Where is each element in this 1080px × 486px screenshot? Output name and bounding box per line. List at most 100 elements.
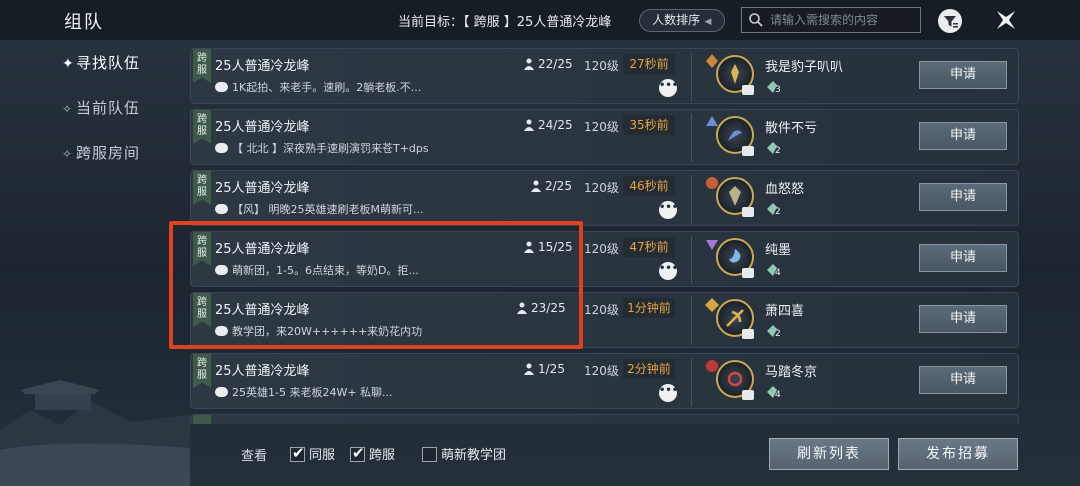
level-requirement: 120级 bbox=[584, 120, 619, 134]
class-emblem-icon bbox=[731, 64, 739, 84]
page-title: 组队 bbox=[64, 12, 104, 33]
member-count: 1/25 bbox=[524, 362, 565, 376]
member-count-text: 22/25 bbox=[538, 57, 573, 71]
filter-icon[interactable] bbox=[937, 8, 963, 34]
device-icon bbox=[742, 207, 754, 217]
pagoda-landscape-image bbox=[0, 380, 190, 486]
team-description-text: 【 北北 】深夜熟手速刷演罚来苍T+dps bbox=[232, 142, 429, 155]
class-emblem-icon bbox=[726, 309, 744, 327]
sidebar-item-label: 跨服房间 bbox=[76, 144, 141, 162]
divider bbox=[691, 236, 692, 284]
device-icon bbox=[742, 146, 754, 156]
search-icon bbox=[749, 13, 763, 27]
member-count-text: 24/25 bbox=[538, 118, 573, 132]
more-icon[interactable]: ••• bbox=[659, 201, 678, 219]
class-emblem-icon bbox=[727, 371, 743, 387]
apply-button[interactable]: 申请 bbox=[919, 305, 1007, 333]
sidebar: ✦寻找队伍 ✧ 当前队伍 ✧ 跨服房间 bbox=[0, 40, 190, 486]
level-requirement: 120级 bbox=[584, 364, 619, 378]
divider bbox=[691, 53, 692, 101]
table-row[interactable]: 跨服 25人普通冷龙峰 【 北北 】深夜熟手速刷演罚来苍T+dps 24/25 … bbox=[190, 109, 1019, 165]
person-icon bbox=[524, 58, 534, 70]
apply-button[interactable]: 申请 bbox=[919, 61, 1007, 89]
table-row[interactable]: 跨服 25人普通冷龙峰 【风】 明晚25英雄速刷老板M萌新可... 2/25 1… bbox=[190, 170, 1019, 226]
sidebar-item-current-team[interactable]: ✧ 当前队伍 bbox=[62, 97, 140, 118]
guild-count: 4 bbox=[775, 390, 781, 400]
guild-count: 3 bbox=[775, 85, 781, 95]
current-target-value: 【 跨服 】25人普通冷龙峰 bbox=[463, 15, 612, 30]
member-count-text: 2/25 bbox=[545, 179, 572, 193]
sparkle-icon: ✧ bbox=[62, 102, 74, 116]
guild-count: 2 bbox=[775, 146, 781, 156]
post-time: 27秒前 bbox=[623, 54, 675, 74]
sidebar-item-cross-server-room[interactable]: ✧ 跨服房间 bbox=[62, 142, 140, 163]
refresh-list-button[interactable]: 刷新列表 bbox=[769, 438, 889, 470]
cross-server-tag: 跨服 bbox=[193, 110, 211, 144]
filter-cross-server-checkbox[interactable]: 跨服 bbox=[350, 444, 395, 463]
team-title: 25人普通冷龙峰 bbox=[215, 59, 310, 74]
table-row[interactable]: 跨服 25人普通冷龙峰 1K起拍、来老手。速刷。2躺老板.不... 22/25 … bbox=[190, 48, 1019, 104]
team-description-text: 25英雄1-5 来老板24W+ 私聊... bbox=[232, 386, 393, 399]
post-time: 1分钟前 bbox=[623, 298, 675, 318]
device-icon bbox=[742, 329, 754, 339]
search-input[interactable] bbox=[770, 11, 916, 29]
cross-server-tag: 跨服 bbox=[193, 171, 211, 205]
chat-bubble-icon bbox=[215, 204, 228, 214]
guild-count: 2 bbox=[775, 329, 781, 339]
device-icon bbox=[742, 268, 754, 278]
cross-server-tag bbox=[193, 415, 211, 424]
team-description-text: 【风】 明晚25英雄速刷老板M萌新可... bbox=[232, 203, 424, 216]
level-requirement: 120级 bbox=[584, 303, 619, 317]
sort-label: 人数排序 bbox=[652, 13, 701, 27]
leader-name: 血怒怒 bbox=[765, 182, 805, 197]
close-icon[interactable] bbox=[994, 8, 1018, 32]
sidebar-item-find-team[interactable]: ✦寻找队伍 bbox=[62, 52, 140, 73]
publish-recruit-button[interactable]: 发布招募 bbox=[898, 438, 1018, 470]
table-row[interactable]: 跨服 25人普通冷龙峰 25英雄1-5 来老板24W+ 私聊... 1/25 1… bbox=[190, 353, 1019, 409]
cross-server-tag: 跨服 bbox=[193, 354, 211, 388]
apply-button[interactable]: 申请 bbox=[919, 183, 1007, 211]
checkbox-icon bbox=[290, 444, 305, 462]
level-requirement: 120级 bbox=[584, 181, 619, 195]
filter-same-server-checkbox[interactable]: 同服 bbox=[290, 444, 335, 463]
bottom-bar: 查看 同服 跨服 萌新教学团 刷新列表 发布招募 bbox=[190, 430, 1080, 486]
current-target-prefix: 当前目标： bbox=[398, 15, 464, 30]
table-row[interactable] bbox=[190, 414, 1019, 424]
post-time: 47秒前 bbox=[623, 237, 675, 257]
more-icon[interactable]: ••• bbox=[659, 384, 678, 402]
more-icon[interactable]: ••• bbox=[659, 79, 678, 97]
highlight-box bbox=[169, 221, 583, 349]
guild-count: 4 bbox=[775, 268, 781, 278]
person-icon bbox=[524, 363, 534, 375]
apply-button[interactable]: 申请 bbox=[919, 122, 1007, 150]
sidebar-item-label: 寻找队伍 bbox=[76, 54, 141, 72]
level-requirement: 120级 bbox=[584, 59, 619, 73]
team-description: 1K起拍、来老手。速刷。2躺老板.不... bbox=[215, 79, 421, 95]
apply-button[interactable]: 申请 bbox=[919, 244, 1007, 272]
sort-by-members-button[interactable]: 人数排序 ◀ bbox=[639, 9, 725, 32]
guild-count: 2 bbox=[775, 207, 781, 217]
level-requirement: 120级 bbox=[584, 242, 619, 256]
search-box[interactable] bbox=[741, 7, 921, 33]
sort-chevron-icon: ◀ bbox=[704, 17, 712, 27]
filter-newbie-team-checkbox[interactable]: 萌新教学团 bbox=[422, 444, 506, 463]
checkbox-icon bbox=[350, 444, 365, 462]
view-label: 查看 bbox=[241, 449, 268, 464]
checkbox-label: 跨服 bbox=[369, 448, 396, 463]
checkbox-label: 萌新教学团 bbox=[441, 448, 507, 463]
member-count: 24/25 bbox=[524, 118, 573, 132]
checkbox-label: 同服 bbox=[309, 448, 336, 463]
person-icon bbox=[531, 180, 541, 192]
sparkle-icon: ✦ bbox=[62, 56, 75, 72]
team-description: 【风】 明晚25英雄速刷老板M萌新可... bbox=[215, 201, 423, 217]
post-time: 46秒前 bbox=[623, 176, 675, 196]
team-description: 【 北北 】深夜熟手速刷演罚来苍T+dps bbox=[215, 140, 429, 156]
apply-button[interactable]: 申请 bbox=[919, 366, 1007, 394]
chat-bubble-icon bbox=[215, 143, 228, 153]
member-count-text: 1/25 bbox=[538, 362, 565, 376]
more-icon[interactable]: ••• bbox=[659, 262, 678, 280]
leader-name: 我是豹子叭叭 bbox=[765, 60, 844, 75]
checkbox-icon bbox=[422, 447, 437, 462]
sparkle-icon: ✧ bbox=[62, 147, 74, 161]
team-description-text: 1K起拍、来老手。速刷。2躺老板.不... bbox=[232, 81, 422, 94]
